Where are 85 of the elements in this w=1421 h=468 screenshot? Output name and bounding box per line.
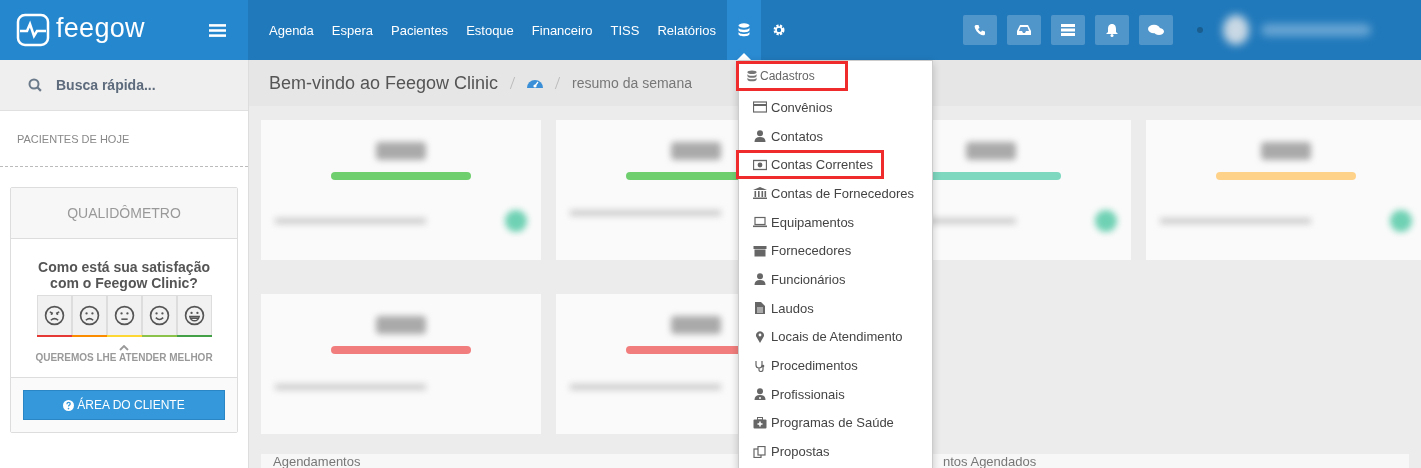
blurred-number [376,316,426,334]
nav-link[interactable]: Estoque [457,22,523,38]
copy-icon [753,445,767,458]
angry-face-icon [43,305,65,326]
pin-icon [753,330,767,343]
doctor-icon [753,388,767,401]
menu-item[interactable]: Funcionários [736,265,857,294]
bell-icon [1106,23,1118,37]
database-icon [747,70,757,82]
nav-link[interactable]: Pacientes [382,22,458,38]
archive-icon [753,244,767,257]
search-bar[interactable]: Busca rápida... [0,60,248,111]
chat-button[interactable] [1139,15,1173,45]
database-icon [737,23,750,37]
grin-face-icon [183,305,205,326]
question-icon [63,399,75,411]
blurred-number [1261,142,1311,160]
survey-question: Como está sua satisfação com o Feegow Clinic? [37,259,211,291]
sad-face-icon [78,305,100,326]
database-tab[interactable] [726,0,761,60]
menu-item[interactable]: Equipamentos [736,207,866,237]
menu-item[interactable]: Programas de Saúde [736,408,905,438]
blurred-dot [1390,210,1412,232]
nav-link[interactable]: Espera [322,22,383,38]
nav-link[interactable]: Agenda [260,22,323,38]
rating-button[interactable] [106,295,142,337]
search-icon [28,78,42,92]
rating-button[interactable] [141,295,177,337]
panel-title: Agendamentos [273,455,361,468]
blurred-number [671,142,721,160]
menu-item[interactable]: Contas de Fornecedores [736,179,926,208]
logo-icon [16,13,50,47]
server-button[interactable] [1051,15,1085,45]
nav-link[interactable]: Relatórios [648,22,725,38]
server-icon [1061,24,1075,36]
neutral-face-icon [113,305,135,326]
blurred-number [376,142,426,160]
menu-item[interactable]: Procedimentos [736,351,869,380]
panel-title: ntos Agendados [943,455,1037,468]
survey-title: QUALIDÔMETRO [67,205,181,221]
menu-item[interactable]: Profissionais [736,379,856,409]
rating-button[interactable] [36,295,72,337]
menu-item[interactable]: Propostas [736,437,841,466]
search-field[interactable]: Busca rápida... [54,76,238,94]
rating-button[interactable] [71,295,107,337]
inbox-button[interactable] [1007,15,1041,45]
menu-item[interactable]: Locais de Atendimento [736,322,914,352]
menu-item[interactable]: Convênios [736,93,844,122]
rating-button[interactable] [176,295,212,337]
notification-button[interactable] [1095,15,1129,45]
blurred-number [966,142,1016,160]
menu-item[interactable]: Laudos [736,293,825,323]
stethoscope-icon [753,359,767,372]
menu-item[interactable]: Contas Correntes [736,150,884,180]
blurred-dot [505,210,527,232]
card-icon [753,101,767,114]
menu-header: Cadastros [736,61,848,91]
inbox-icon [1017,24,1031,36]
menu-item[interactable]: Contatos [736,121,835,151]
settings-icon[interactable] [772,24,785,36]
brand-name[interactable]: feegow [56,13,145,44]
money-icon [753,158,767,171]
status-dot [1197,27,1203,33]
nav-link[interactable]: Financeiro [522,22,602,38]
menu-item[interactable]: Fornecedores [736,236,863,266]
breadcrumb-current: resumo da semana [572,75,692,91]
blurred-dot [1095,210,1117,232]
section-title: PACIENTES DE HOJE [17,133,130,145]
happy-face-icon [148,305,170,326]
survey-hint: QUEREMOS LHE ATENDER MELHOR [35,352,213,363]
file-icon [753,302,767,315]
nav-link[interactable]: TISS [601,22,649,38]
menu-icon[interactable] [209,23,226,37]
chat-icon [1148,24,1164,36]
bank-icon [753,187,767,200]
phone-icon [974,24,986,36]
blurred-number [671,316,721,334]
user-icon [753,273,767,286]
chevron-up-icon [119,345,129,351]
dashboard-icon[interactable] [527,77,544,89]
page-title: Bem-vindo ao Feegow Clinic [269,72,499,94]
user-icon [753,130,767,143]
laptop-icon [753,216,767,229]
phone-button[interactable] [963,15,997,45]
medkit-icon [753,416,767,429]
